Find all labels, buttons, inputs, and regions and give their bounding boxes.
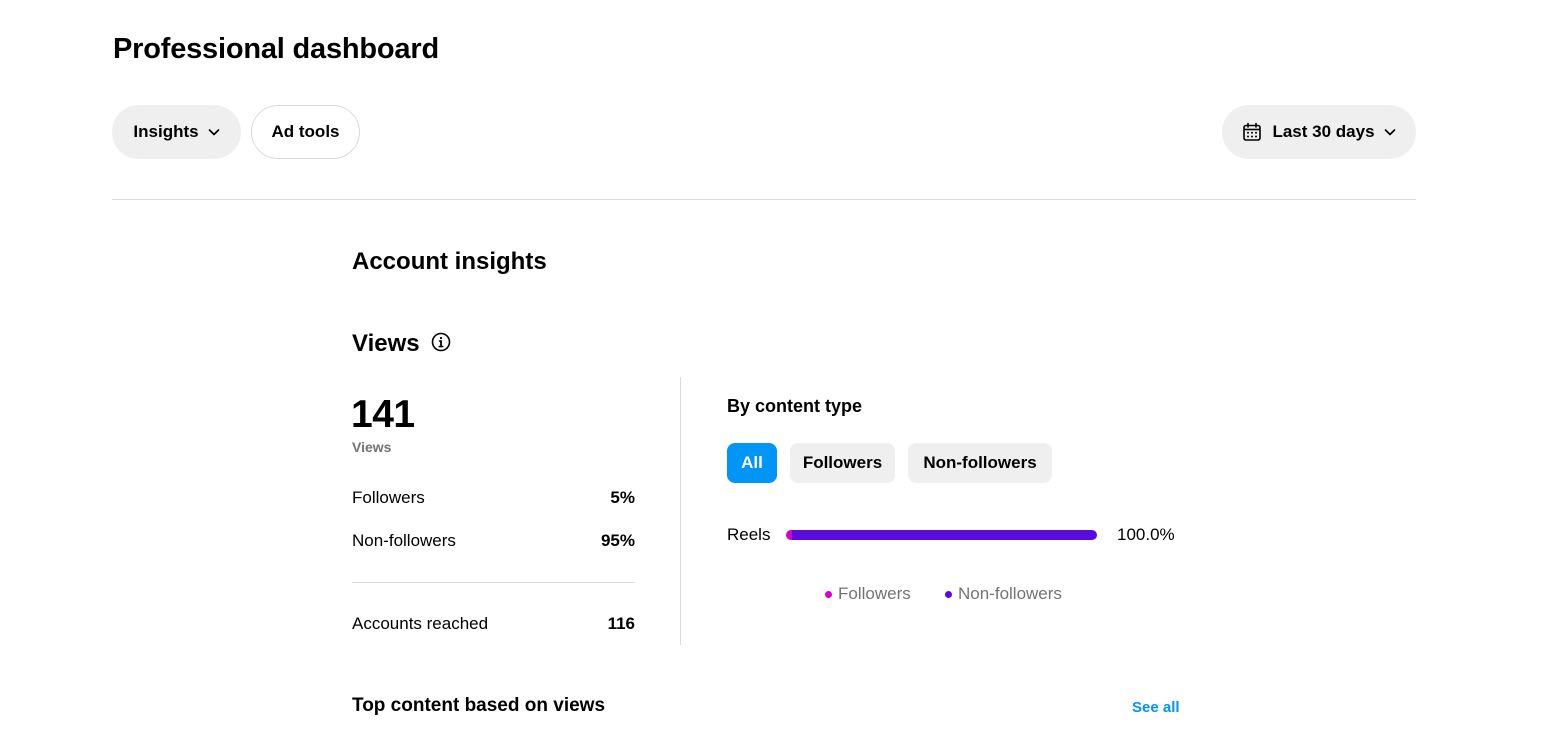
professional-dashboard-page: Professional dashboard Insights Ad tools… <box>0 0 1562 732</box>
stat-row-accounts-reached: Accounts reached 116 <box>352 614 635 634</box>
section-divider <box>680 377 681 645</box>
page-title: Professional dashboard <box>113 33 439 65</box>
stat-value: 5% <box>610 488 635 507</box>
views-heading-label: Views <box>352 330 420 357</box>
date-range-dropdown[interactable]: Last 30 days <box>1222 105 1416 159</box>
filter-followers-chip[interactable]: Followers <box>790 443 895 483</box>
reels-bar <box>786 530 1097 540</box>
bar-label-reels: Reels <box>727 525 771 544</box>
stats-divider <box>352 582 635 583</box>
chevron-down-icon <box>208 129 219 136</box>
legend-dot <box>945 590 952 598</box>
stat-row-followers: Followers 5% <box>352 488 635 508</box>
stat-row-non-followers: Non-followers 95% <box>352 531 635 551</box>
views-heading: Views <box>352 330 451 358</box>
insights-label: Insights <box>133 122 199 141</box>
info-icon[interactable] <box>431 332 451 352</box>
filter-non-followers-chip[interactable]: Non-followers <box>908 443 1052 483</box>
stat-label: Non-followers <box>352 531 456 550</box>
top-content-title: Top content based on views <box>352 695 606 716</box>
chevron-down-icon <box>1384 129 1395 136</box>
bar-segment-non-followers <box>792 530 1097 540</box>
stat-value: 95% <box>600 531 635 550</box>
legend-label: Non-followers <box>958 584 1062 603</box>
insights-dropdown-button[interactable]: Insights <box>112 105 241 159</box>
stat-label: Followers <box>352 488 425 507</box>
legend-dot <box>825 590 832 598</box>
stat-value: 116 <box>607 614 635 633</box>
legend-label: Followers <box>838 584 911 603</box>
views-total-caption: Views <box>352 439 392 455</box>
see-all-link[interactable]: See all <box>1132 699 1180 716</box>
account-insights-title: Account insights <box>352 248 547 275</box>
legend-item-followers: Followers <box>825 584 911 604</box>
ad-tools-label: Ad tools <box>271 122 340 141</box>
stat-label: Accounts reached <box>352 614 489 633</box>
views-total: 141 <box>351 393 415 436</box>
by-content-type-title: By content type <box>727 396 863 416</box>
ad-tools-button[interactable]: Ad tools <box>251 105 360 159</box>
date-range-label: Last 30 days <box>1272 122 1375 141</box>
legend-item-non-followers: Non-followers <box>945 584 1062 604</box>
calendar-icon <box>1243 122 1262 141</box>
filter-all-chip[interactable]: All <box>727 443 777 483</box>
bar-percent-reels: 100.0% <box>1117 525 1175 544</box>
header-divider <box>112 199 1416 200</box>
